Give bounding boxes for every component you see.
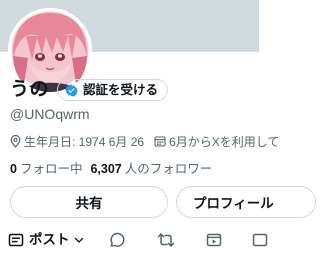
joined-text: 6月からXを利用して (169, 134, 280, 149)
share-button[interactable]: 共有 (10, 186, 168, 218)
more-tab-icon (252, 233, 268, 247)
birthday-text: 生年月日: 1974 6月 26 (24, 134, 145, 149)
chevron-down-icon (74, 237, 83, 243)
follow-stats: 0 フォロー中 6,307 人のフォロワー (10, 158, 212, 176)
following-label: フォロー中 (19, 161, 83, 176)
repost-icon (157, 233, 175, 247)
followers-count: 6,307 (90, 161, 122, 176)
posts-icon (8, 233, 24, 247)
profile-tab-bar: ポスト (0, 228, 268, 252)
followers-label: 人のフォロワー (124, 161, 213, 176)
edit-profile-button[interactable]: プロフィール (176, 186, 316, 218)
reply-icon (110, 232, 125, 247)
birthday-item: 生年月日: 1974 6月 26 (10, 133, 144, 150)
tab-posts[interactable]: ポスト (8, 228, 84, 252)
profile-meta: 生年月日: 1974 6月 26 6月からXを利用して (10, 132, 279, 150)
following-link[interactable]: 0 フォロー中 (10, 158, 82, 177)
get-verified-label: 認証を受ける (83, 83, 159, 97)
tab-media[interactable] (206, 228, 222, 252)
user-handle: @UNOqwrm (10, 106, 90, 122)
tab-replies[interactable] (108, 228, 125, 252)
tab-posts-label: ポスト (29, 232, 70, 247)
display-name: うの (10, 79, 50, 100)
following-count: 0 (10, 161, 17, 176)
share-button-label: 共有 (75, 196, 103, 211)
followers-link[interactable]: 6,307 人のフォロワー (90, 158, 212, 177)
edit-profile-button-label: プロフィール (193, 196, 274, 211)
joined-item: 6月からXを利用して (154, 133, 279, 150)
tab-more[interactable] (252, 228, 268, 252)
calendar-icon (154, 136, 166, 147)
name-row: うの 認証を受ける (10, 78, 169, 102)
tab-reposts[interactable] (157, 228, 175, 252)
get-verified-button[interactable]: 認証を受ける (57, 79, 169, 101)
location-pin-icon (10, 134, 21, 148)
media-icon (206, 233, 222, 247)
verified-badge-icon (65, 83, 78, 97)
